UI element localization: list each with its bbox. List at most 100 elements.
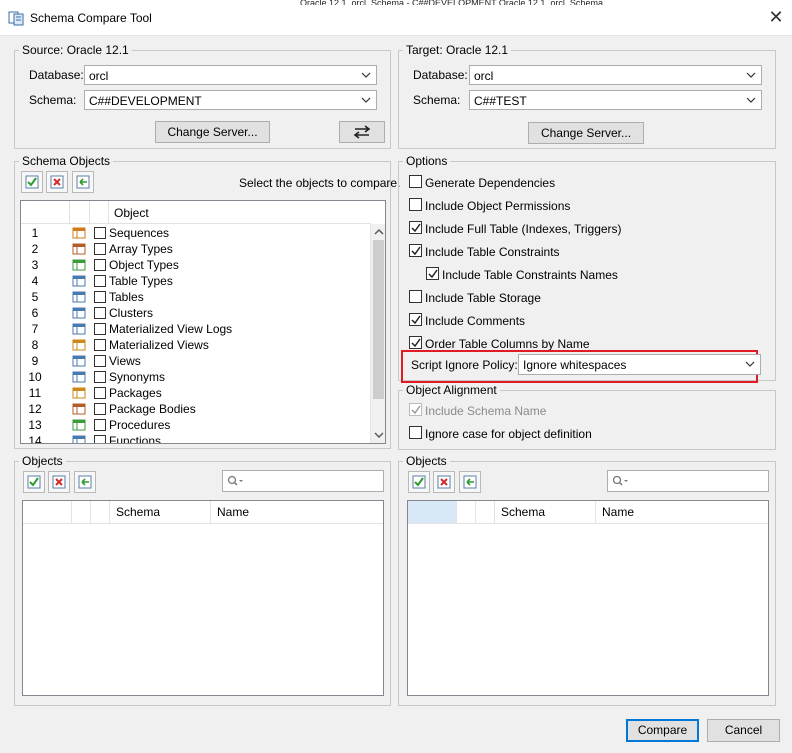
object-checkbox[interactable] <box>94 259 106 271</box>
object-checkbox[interactable] <box>94 291 106 303</box>
object-row[interactable]: 14 Functions <box>21 433 370 444</box>
ignore-case-checkbox[interactable] <box>409 426 422 439</box>
chevron-down-icon <box>361 72 371 78</box>
right-objects-header: Schema Name <box>408 501 768 524</box>
left-search-input[interactable] <box>222 470 384 492</box>
compare-button[interactable]: Compare <box>626 719 699 742</box>
objects-right-legend: Objects <box>406 454 447 468</box>
scroll-up-icon[interactable] <box>374 228 384 236</box>
option-checkbox[interactable] <box>409 175 422 188</box>
deselect-all-button[interactable] <box>46 171 68 193</box>
vertical-scrollbar[interactable] <box>370 224 385 443</box>
object-checkbox[interactable] <box>94 371 106 383</box>
object-row[interactable]: 4 Table Types <box>21 273 370 289</box>
target-change-server-button[interactable]: Change Server... <box>528 122 644 144</box>
object-checkbox[interactable] <box>94 435 106 443</box>
swap-button[interactable] <box>339 121 385 143</box>
object-row[interactable]: 6 Clusters <box>21 305 370 321</box>
left-select-all-button[interactable] <box>23 471 45 493</box>
target-schema-label: Schema: <box>413 93 461 107</box>
object-row[interactable]: 3 Object Types <box>21 257 370 273</box>
object-row[interactable]: 2 Array Types <box>21 241 370 257</box>
right-deselect-all-button[interactable] <box>433 471 455 493</box>
source-change-server-button[interactable]: Change Server... <box>155 121 270 143</box>
target-schema-select[interactable]: C##TEST <box>469 90 762 110</box>
scroll-down-icon[interactable] <box>374 431 384 439</box>
option-checkbox[interactable] <box>409 336 422 349</box>
invert-selection-button[interactable] <box>72 171 94 193</box>
option-label: Include Comments <box>425 314 526 328</box>
ignore-case-label: Ignore case for object definition <box>425 427 592 441</box>
window-title: Schema Compare Tool <box>30 11 152 25</box>
right-col-check <box>476 501 495 523</box>
source-schema-select[interactable]: C##DEVELOPMENT <box>84 90 377 110</box>
target-database-label: Database: <box>413 68 468 82</box>
object-checkbox[interactable] <box>94 307 106 319</box>
source-database-select[interactable]: orcl <box>84 65 377 85</box>
col-divider <box>89 201 90 224</box>
object-row[interactable]: 9 Views <box>21 353 370 369</box>
right-select-all-button[interactable] <box>408 471 430 493</box>
object-checkbox[interactable] <box>94 419 106 431</box>
right-search-input[interactable] <box>607 470 769 492</box>
object-label: Tables <box>109 290 144 304</box>
row-number: 7 <box>31 322 39 336</box>
object-column-header[interactable]: Object <box>114 206 149 220</box>
object-row[interactable]: 8 Materialized Views <box>21 337 370 353</box>
option-label: Include Table Storage <box>425 291 541 305</box>
left-deselect-all-button[interactable] <box>48 471 70 493</box>
option-checkbox[interactable] <box>409 290 422 303</box>
checkmark-icon <box>411 405 421 415</box>
option-checkbox[interactable] <box>409 198 422 211</box>
object-label: Array Types <box>109 242 173 256</box>
object-checkbox[interactable] <box>94 227 106 239</box>
col-divider <box>108 201 109 224</box>
scrollbar-thumb[interactable] <box>373 240 384 399</box>
object-checkbox[interactable] <box>94 323 106 335</box>
object-row[interactable]: 12 Package Bodies <box>21 401 370 417</box>
object-row[interactable]: 10 Synonyms <box>21 369 370 385</box>
right-col-schema[interactable]: Schema <box>495 501 596 523</box>
chevron-down-icon <box>746 97 756 103</box>
option-label: Include Full Table (Indexes, Triggers) <box>425 222 622 236</box>
select-all-button[interactable] <box>21 171 43 193</box>
object-checkbox[interactable] <box>94 403 106 415</box>
left-col-name[interactable]: Name <box>211 501 383 523</box>
left-col-schema[interactable]: Schema <box>110 501 211 523</box>
object-checkbox[interactable] <box>94 275 106 287</box>
object-checkbox[interactable] <box>94 387 106 399</box>
object-row[interactable]: 11 Packages <box>21 385 370 401</box>
include-schema-name-checkbox[interactable] <box>409 403 422 416</box>
object-type-icon <box>72 259 86 271</box>
option-checkbox[interactable] <box>409 221 422 234</box>
right-invert-selection-button[interactable] <box>459 471 481 493</box>
row-number: 8 <box>31 338 39 352</box>
left-invert-selection-button[interactable] <box>74 471 96 493</box>
option-label: Include Table Constraints <box>425 245 560 259</box>
script-ignore-policy-select[interactable]: Ignore whitespaces <box>518 354 761 375</box>
target-database-value: orcl <box>474 69 494 83</box>
option-checkbox[interactable] <box>409 313 422 326</box>
right-col-name[interactable]: Name <box>596 501 768 523</box>
object-checkbox[interactable] <box>94 339 106 351</box>
object-checkbox[interactable] <box>94 355 106 367</box>
package-icon <box>72 387 86 399</box>
object-row[interactable]: 13 Procedures <box>21 417 370 433</box>
row-number: 14 <box>28 434 42 444</box>
cancel-button[interactable]: Cancel <box>707 719 780 742</box>
deselect-all-icon <box>437 475 451 489</box>
object-row[interactable]: 7 Materialized View Logs <box>21 321 370 337</box>
close-icon[interactable]: ✕ <box>764 6 788 28</box>
option-checkbox[interactable] <box>409 244 422 257</box>
target-database-select[interactable]: orcl <box>469 65 762 85</box>
object-checkbox[interactable] <box>94 243 106 255</box>
row-number: 6 <box>31 306 39 320</box>
object-row[interactable]: 1 Sequences <box>21 225 370 241</box>
option-label: Generate Dependencies <box>425 176 556 190</box>
invert-selection-icon <box>463 475 477 489</box>
object-row[interactable]: 5 Tables <box>21 289 370 305</box>
row-number: 3 <box>31 258 39 272</box>
option-checkbox[interactable] <box>426 267 439 280</box>
table-icon <box>72 291 86 303</box>
script-ignore-policy-label: Script Ignore Policy: <box>411 358 518 372</box>
